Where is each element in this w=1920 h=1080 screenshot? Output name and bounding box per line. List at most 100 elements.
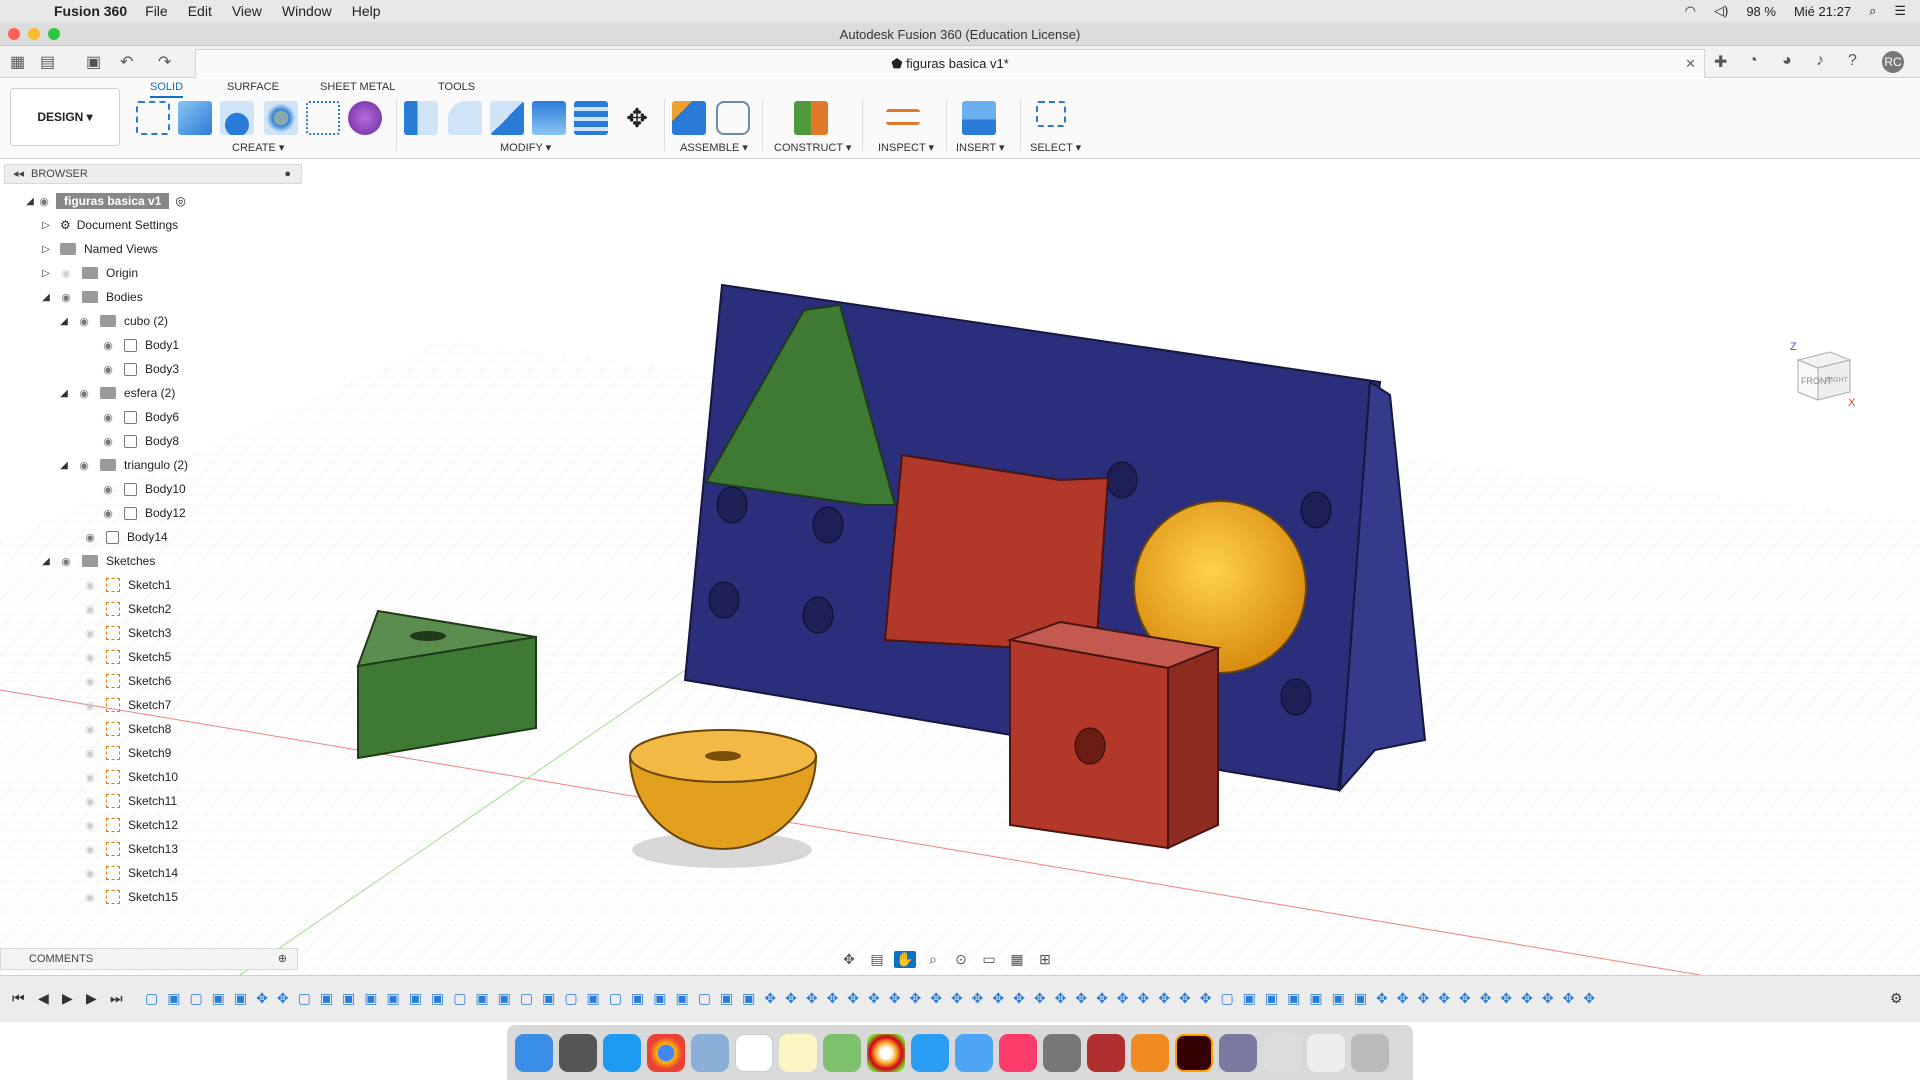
illustrator-icon[interactable] [1175, 1033, 1213, 1072]
redo-icon[interactable]: ↷ [158, 52, 171, 72]
save-icon[interactable]: ▣ [86, 52, 101, 72]
sketch-node[interactable]: ◉ Sketch11 [82, 790, 177, 812]
fillet-icon[interactable] [448, 101, 482, 135]
expand-icon[interactable]: ▷ [40, 220, 52, 231]
documents-stack-icon[interactable] [1263, 1033, 1301, 1072]
expand-icon[interactable]: ▷ [40, 268, 52, 279]
browser-root-node[interactable]: ◢ ◉ figuras basica v1 ◎ [24, 190, 186, 212]
go-to-start-icon[interactable]: ⏮ [12, 990, 25, 1007]
step-forward-icon[interactable]: ▶ [86, 990, 97, 1007]
help-icon[interactable]: ? [1848, 52, 1857, 70]
undo-icon[interactable]: ↶ [120, 52, 133, 72]
safari-icon[interactable] [603, 1033, 641, 1072]
viewports-icon[interactable]: ⊞ [1034, 951, 1056, 968]
inspect-group-label[interactable]: INSPECT ▾ [878, 141, 934, 154]
insert-group-label[interactable]: INSERT ▾ [956, 141, 1005, 154]
launchpad-icon[interactable] [559, 1033, 597, 1072]
sketch-node[interactable]: ◉ Sketch7 [82, 694, 171, 716]
body-node[interactable]: ◉ Body6 [100, 406, 179, 428]
job-status-icon[interactable]: ◕ [1782, 52, 1792, 70]
hole-icon[interactable] [264, 101, 298, 135]
photos-icon[interactable] [867, 1033, 905, 1072]
modify-group-label[interactable]: MODIFY ▾ [500, 141, 551, 154]
press-pull-icon[interactable] [404, 101, 438, 135]
eye-icon[interactable]: ◉ [36, 195, 52, 208]
tab-solid[interactable]: SOLID [150, 81, 184, 98]
app-store-icon[interactable] [911, 1033, 949, 1072]
eye-icon[interactable]: ◉ [100, 435, 116, 448]
eye-icon[interactable]: ◉ [76, 459, 92, 472]
viewcube[interactable]: FRONT RIGHT Z X [1788, 338, 1858, 409]
eye-hidden-icon[interactable]: ◉ [82, 579, 98, 592]
trash-icon[interactable] [1351, 1033, 1389, 1072]
sketch-node[interactable]: ◉ Sketch10 [82, 766, 178, 788]
collapse-icon[interactable]: ◢ [40, 556, 52, 567]
eye-icon[interactable]: ◉ [100, 483, 116, 496]
viewcube-right-label[interactable]: RIGHT [1826, 377, 1849, 384]
timeline-features[interactable]: ▢▣▢▣▣✥✥▢▣▣▣▣▣▣▢▣▣▢▣▢▣▢▣▣▣▢▣▣✥✥✥✥✥✥✥✥✥✥✥✥… [145, 990, 1865, 1010]
eye-hidden-icon[interactable]: ◉ [82, 795, 98, 808]
display-settings-icon[interactable]: ▭ [978, 951, 1000, 968]
body-group-node[interactable]: ◢ ◉ esfera (2) [58, 382, 175, 404]
body-node[interactable]: ◉ Body8 [100, 430, 179, 452]
sketch-node[interactable]: ◉ Sketch3 [82, 622, 171, 644]
eye-icon[interactable]: ◉ [76, 315, 92, 328]
eye-icon[interactable]: ◉ [100, 507, 116, 520]
system-preferences-icon[interactable] [1043, 1033, 1081, 1072]
eye-icon[interactable]: ◉ [100, 363, 116, 376]
timeline-settings-icon[interactable]: ⚙ [1890, 990, 1903, 1007]
menu-view[interactable]: View [232, 3, 262, 19]
create-group-label[interactable]: CREATE ▾ [232, 141, 284, 154]
sketch-node[interactable]: ◉ Sketch2 [82, 598, 171, 620]
eye-icon[interactable]: ◉ [58, 291, 74, 304]
messages-icon[interactable] [955, 1033, 993, 1072]
battery-status[interactable]: 98 % [1746, 4, 1776, 19]
eye-hidden-icon[interactable]: ◉ [82, 747, 98, 760]
tab-sheet-metal[interactable]: SHEET METAL [320, 81, 395, 96]
expand-icon[interactable]: ▷ [40, 244, 52, 255]
assemble-group-label[interactable]: ASSEMBLE ▾ [680, 141, 748, 154]
eye-hidden-icon[interactable]: ◉ [82, 819, 98, 832]
insert-canvas-icon[interactable] [962, 101, 996, 135]
chrome-icon[interactable] [647, 1033, 685, 1072]
sketch-node[interactable]: ◉ Sketch14 [82, 862, 178, 884]
tab-tools[interactable]: TOOLS [438, 81, 475, 96]
eye-hidden-icon[interactable]: ◉ [82, 651, 98, 664]
go-to-end-icon[interactable]: ⏭ [110, 990, 123, 1007]
menu-edit[interactable]: Edit [188, 3, 212, 19]
joint-icon[interactable] [716, 101, 750, 135]
construct-group-label[interactable]: CONSTRUCT ▾ [774, 141, 851, 154]
collapse-icon[interactable]: ◢ [58, 388, 70, 399]
collapse-icon[interactable]: ◢ [58, 460, 70, 471]
eye-hidden-icon[interactable]: ◉ [82, 627, 98, 640]
pan-icon[interactable]: ✋ [894, 950, 916, 968]
finder-icon[interactable] [515, 1033, 553, 1072]
files-stack-icon[interactable] [1307, 1033, 1345, 1072]
shell-icon[interactable] [532, 101, 566, 135]
notes-icon[interactable] [779, 1033, 817, 1072]
measure-icon[interactable] [886, 109, 920, 125]
viewcube-graphic[interactable]: FRONT RIGHT Z X [1788, 338, 1858, 409]
menu-help[interactable]: Help [352, 3, 381, 19]
eye-icon[interactable]: ◉ [100, 411, 116, 424]
eye-hidden-icon[interactable]: ◉ [82, 771, 98, 784]
wifi-icon[interactable]: ◠ [1685, 3, 1696, 19]
notification-center-icon[interactable]: ☰ [1894, 3, 1906, 19]
select-icon[interactable] [1036, 101, 1066, 127]
pin-icon[interactable]: ● [284, 165, 291, 183]
body-group-node[interactable]: ◢ ◉ cubo (2) [58, 310, 168, 332]
body-group-node[interactable]: ◢ ◉ triangulo (2) [58, 454, 188, 476]
sketch-node[interactable]: ◉ Sketch9 [82, 742, 171, 764]
offset-plane-icon[interactable] [794, 101, 828, 135]
sketch-node[interactable]: ◉ Sketch5 [82, 646, 171, 668]
eye-hidden-icon[interactable]: ◉ [58, 267, 74, 280]
fusion-360-icon[interactable] [1131, 1033, 1169, 1072]
create-form-icon[interactable] [348, 101, 382, 135]
new-component-icon[interactable] [672, 101, 706, 135]
eye-icon[interactable]: ◉ [76, 387, 92, 400]
sketch-node[interactable]: ◉ Sketch12 [82, 814, 178, 836]
red-cube-body[interactable] [883, 453, 1110, 651]
file-menu-icon[interactable]: ▤ [40, 52, 55, 72]
maps-icon[interactable] [823, 1033, 861, 1072]
downloads-stack-icon[interactable] [1219, 1033, 1257, 1072]
